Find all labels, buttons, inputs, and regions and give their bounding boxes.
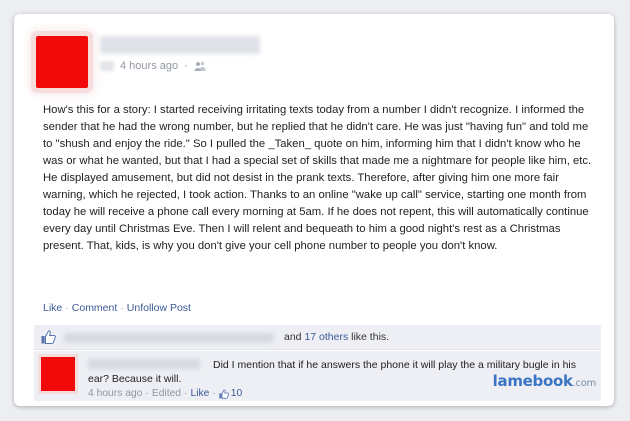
comment-like-link[interactable]: Like bbox=[190, 388, 209, 399]
likers-redacted[interactable] bbox=[64, 333, 274, 343]
author-name-redacted[interactable] bbox=[100, 36, 260, 54]
comment-link[interactable]: Comment bbox=[72, 302, 118, 314]
separator: · bbox=[145, 388, 149, 399]
meta-separator: · bbox=[184, 60, 188, 72]
separator: · bbox=[120, 302, 124, 314]
thumbs-up-icon bbox=[41, 330, 56, 344]
others-link[interactable]: 17 others bbox=[304, 331, 348, 343]
comment-timestamp[interactable]: 4 hours ago bbox=[88, 388, 142, 399]
watermark-tld: .com bbox=[572, 378, 597, 389]
post-body: How's this for a story: I started receiv… bbox=[43, 104, 592, 252]
unfollow-post-link[interactable]: Unfollow Post bbox=[127, 302, 191, 314]
comment-edited[interactable]: Edited bbox=[152, 388, 181, 399]
comment-meta: 4 hours ago · Edited · Like · 10 bbox=[88, 388, 242, 399]
likes-summary: and 17 others like this. bbox=[34, 325, 601, 350]
thumbs-up-icon bbox=[219, 389, 229, 399]
post-meta: 4 hours ago · bbox=[100, 60, 206, 72]
separator: · bbox=[212, 388, 216, 399]
separator: · bbox=[65, 302, 69, 314]
like-link[interactable]: Like bbox=[43, 302, 62, 314]
post-timestamp[interactable]: 4 hours ago bbox=[120, 60, 178, 72]
redacted-block bbox=[100, 61, 114, 71]
separator: · bbox=[184, 388, 188, 399]
friends-icon[interactable] bbox=[194, 61, 206, 71]
watermark-brand: lamebook bbox=[492, 372, 573, 390]
author-avatar[interactable] bbox=[36, 36, 88, 88]
comment-like-count[interactable]: 10 bbox=[231, 388, 242, 399]
likes-suffix: like this. bbox=[348, 331, 390, 343]
lamebook-watermark: lamebook.com bbox=[492, 372, 597, 390]
post-actions: Like · Comment · Unfollow Post bbox=[43, 302, 191, 314]
commenter-avatar[interactable] bbox=[41, 357, 75, 391]
likes-text: and 17 others like this. bbox=[284, 331, 389, 343]
likes-prefix: and bbox=[284, 331, 305, 343]
post-card: 4 hours ago · How's this for a story: I … bbox=[14, 14, 614, 406]
